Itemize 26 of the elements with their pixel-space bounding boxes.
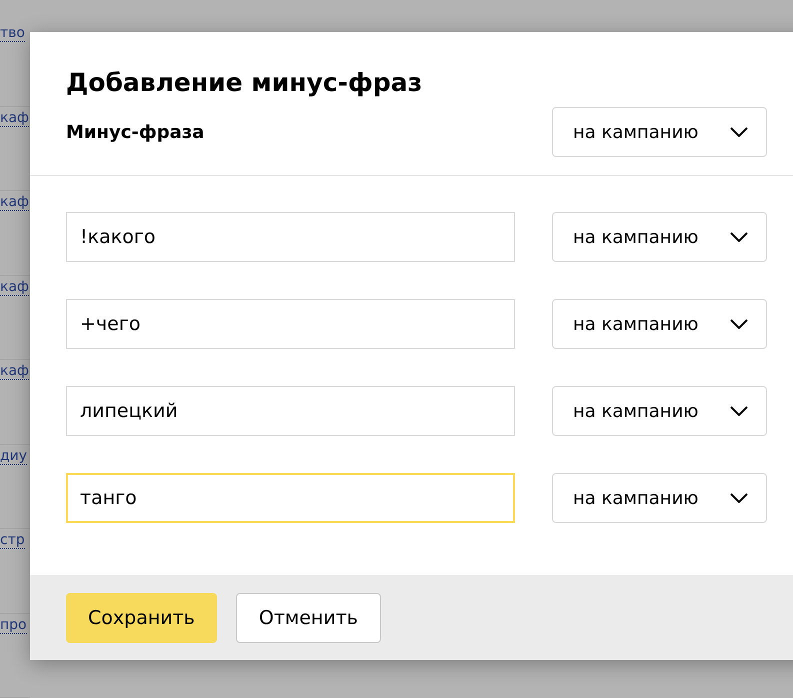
phrase-field[interactable]: !какого: [66, 212, 515, 262]
column-label: Минус-фраза: [66, 122, 204, 142]
table-link[interactable]: каф: [0, 110, 30, 126]
scope-select[interactable]: на кампанию: [552, 386, 767, 436]
table-link[interactable]: про: [0, 616, 27, 634]
scope-select[interactable]: на кампанию: [552, 473, 767, 523]
table-link[interactable]: каф: [0, 278, 30, 296]
scope-select[interactable]: на кампанию: [552, 299, 767, 349]
table-link[interactable]: каф: [0, 363, 30, 380]
table-link[interactable]: каф: [0, 194, 30, 211]
table-link[interactable]: стр: [0, 532, 25, 549]
dialog-title: Добавление минус-фраз: [66, 68, 424, 97]
caret-icon: [730, 232, 748, 242]
phrase-field[interactable]: танго: [66, 473, 515, 523]
table-link[interactable]: диу: [0, 448, 28, 464]
scope-select[interactable]: на кампанию: [552, 107, 767, 157]
table-link[interactable]: тво: [0, 25, 25, 42]
caret-icon: [730, 319, 748, 329]
caret-icon: [730, 406, 748, 416]
caret-icon: [730, 493, 748, 503]
cancel-button[interactable]: Отменить: [236, 592, 381, 642]
scope-select[interactable]: на кампанию: [552, 212, 767, 262]
save-button[interactable]: Сохранить: [66, 592, 217, 642]
phrase-field[interactable]: +чего: [66, 299, 515, 349]
caret-icon: [730, 127, 748, 137]
phrase-field[interactable]: липецкий: [66, 386, 515, 436]
